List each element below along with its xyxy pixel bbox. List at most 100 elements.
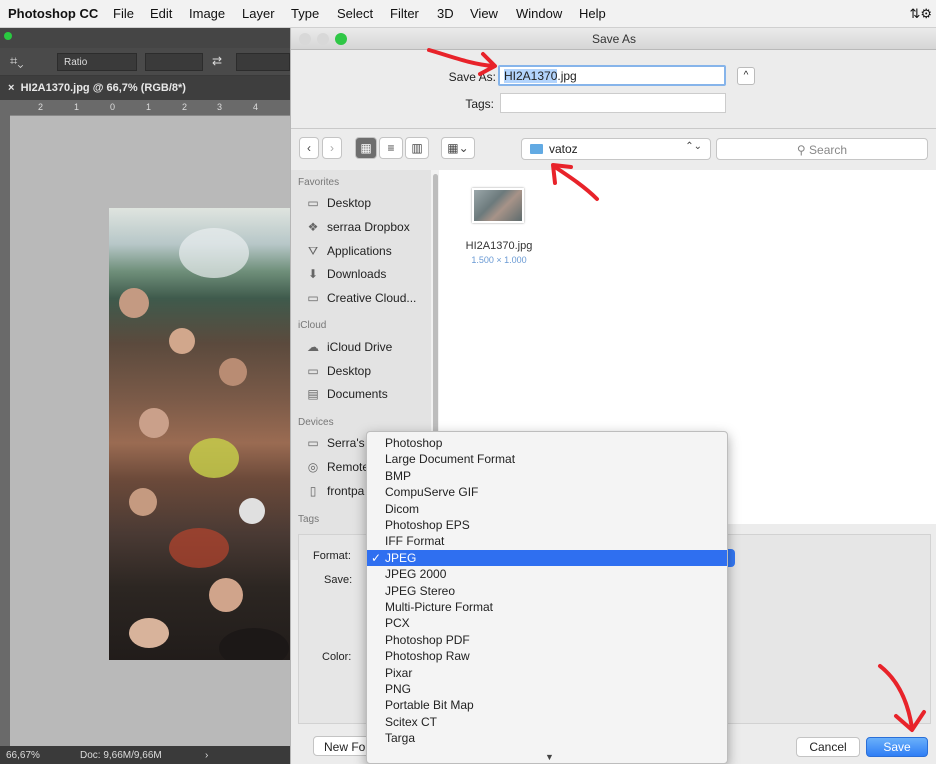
group-button[interactable]: ▦⌄	[441, 137, 475, 159]
sidebar-item-desktop[interactable]: ▭ Desktop	[305, 196, 371, 210]
tags-input[interactable]	[500, 93, 726, 113]
zoom-window-icon[interactable]	[335, 33, 347, 45]
desktop-icon: ▭	[307, 364, 319, 378]
format-label: Format:	[313, 550, 351, 562]
sidebar-item-applications[interactable]: ⛛ Applications	[305, 244, 392, 259]
minimize-window-icon[interactable]	[317, 33, 329, 45]
scroll-down-arrow-icon[interactable]: ▼	[545, 752, 554, 762]
grid-icon: ▦	[360, 141, 372, 155]
menu-3d[interactable]: 3D	[437, 6, 454, 21]
menu-filter[interactable]: Filter	[390, 6, 419, 21]
close-window-icon[interactable]	[299, 33, 311, 45]
filename-extension: .jpg	[557, 69, 577, 83]
computer-icon: ▭	[307, 436, 319, 450]
column-view-button[interactable]: ▥	[405, 137, 429, 159]
format-option[interactable]: BMP	[367, 468, 727, 484]
group-icon: ▦⌄	[447, 141, 469, 155]
search-input[interactable]: ⚲ Search	[716, 138, 928, 160]
menu-select[interactable]: Select	[337, 6, 373, 21]
format-option[interactable]: Photoshop Raw	[367, 648, 727, 664]
ratio-select[interactable]: Ratio	[57, 53, 137, 71]
dropbox-sync-icon[interactable]: ⇅⚙	[909, 6, 932, 22]
drive-icon: ▯	[309, 484, 317, 498]
format-option[interactable]: Pixar	[367, 665, 727, 681]
format-dropdown-menu: Photoshop Large Document Format BMP Comp…	[366, 431, 728, 764]
format-option[interactable]: JPEG Stereo	[367, 583, 727, 599]
expand-button[interactable]: ^	[737, 67, 755, 85]
new-folder-button[interactable]: New Folder	[313, 736, 371, 756]
cloud-icon: ☁	[307, 340, 319, 354]
format-option[interactable]: PNG	[367, 681, 727, 697]
sidebar-item-drive[interactable]: ▯ frontpa	[305, 484, 365, 498]
crowd-photo[interactable]	[109, 208, 290, 660]
sidebar-item-computer[interactable]: ▭ Serra's	[305, 436, 364, 450]
menu-window[interactable]: Window	[516, 6, 562, 21]
format-option[interactable]: IFF Format	[367, 533, 727, 549]
dialog-title: Save As	[591, 32, 637, 46]
sidebar-item-icloud-drive[interactable]: ☁ iCloud Drive	[305, 340, 392, 354]
menu-type[interactable]: Type	[291, 6, 319, 21]
menu-layer[interactable]: Layer	[242, 6, 275, 21]
sidebar-item-icloud-desktop[interactable]: ▭ Desktop	[305, 364, 371, 378]
file-thumbnail[interactable]	[472, 188, 524, 223]
dropbox-icon: ❖	[307, 220, 319, 234]
format-option-selected[interactable]: ✓ JPEG	[367, 549, 727, 566]
swap-icon[interactable]: ⇄	[212, 54, 222, 68]
menu-image[interactable]: Image	[189, 6, 225, 21]
format-option[interactable]: Photoshop	[367, 435, 727, 451]
cancel-button[interactable]: Cancel	[796, 737, 860, 757]
format-option[interactable]: PCX	[367, 615, 727, 631]
format-option[interactable]: Targa	[367, 730, 727, 746]
format-option[interactable]: Photoshop PDF	[367, 632, 727, 648]
filename-selected: HI2A1370	[504, 69, 558, 83]
filename-input[interactable]: HI2A1370.jpg	[498, 65, 726, 86]
sidebar-item-downloads[interactable]: ⬇ Downloads	[305, 267, 386, 281]
sidebar-item-creative-cloud[interactable]: ▭ Creative Cloud...	[305, 291, 416, 305]
format-option[interactable]: JPEG 2000	[367, 566, 727, 582]
search-icon: ⚲	[796, 143, 806, 157]
options-bar: ⌗⌄ Ratio ⇄	[0, 48, 290, 76]
zoom-level[interactable]: 66,67%	[6, 750, 40, 761]
menu-view[interactable]: View	[470, 6, 498, 21]
format-option[interactable]: Dicom	[367, 501, 727, 517]
save-button[interactable]: Save	[866, 737, 928, 757]
format-option[interactable]: Portable Bit Map	[367, 697, 727, 713]
height-field[interactable]	[236, 53, 290, 71]
sidebar-item-documents[interactable]: ▤ Documents	[305, 387, 387, 401]
back-button[interactable]: ‹	[299, 137, 319, 159]
sidebar-item-dropbox[interactable]: ❖ serraa Dropbox	[305, 220, 410, 234]
icon-view-button[interactable]: ▦	[355, 137, 377, 159]
location-select[interactable]: vatoz ⌃⌄	[521, 138, 711, 160]
file-name[interactable]: HI2A1370.jpg	[449, 240, 549, 252]
menu-edit[interactable]: Edit	[150, 6, 172, 21]
list-icon: ≡	[387, 141, 395, 155]
document-tab[interactable]: × HI2A1370.jpg @ 66,7% (RGB/8*)	[0, 76, 290, 100]
save-options-label: Save:	[324, 574, 353, 586]
document-tab-label: HI2A1370.jpg @ 66,7% (RGB/8*)	[20, 82, 186, 94]
close-icon[interactable]: ×	[8, 82, 14, 94]
sidebar-item-remote-disc[interactable]: ◎ Remote	[305, 460, 369, 474]
sidebar-scroll-thumb[interactable]	[433, 174, 438, 444]
disc-icon: ◎	[307, 460, 319, 474]
chevron-right-icon: ›	[330, 141, 334, 155]
applications-icon: ⛛	[307, 244, 319, 258]
divider	[291, 128, 936, 129]
format-option[interactable]: Large Document Format	[367, 451, 727, 467]
format-option[interactable]: Multi-Picture Format	[367, 599, 727, 615]
menu-help[interactable]: Help	[579, 6, 606, 21]
list-view-button[interactable]: ≡	[379, 137, 403, 159]
crop-icon[interactable]: ⌗⌄	[10, 53, 23, 69]
forward-button[interactable]: ›	[322, 137, 342, 159]
format-option[interactable]: Scitex CT	[367, 714, 727, 730]
dialog-title-bar: Save As	[291, 28, 936, 50]
format-option[interactable]: Photoshop EPS	[367, 517, 727, 533]
folder-icon: ▭	[307, 291, 319, 305]
devices-header: Devices	[298, 417, 334, 428]
chevron-right-icon[interactable]: ›	[205, 750, 208, 761]
app-menu[interactable]: Photoshop CC	[8, 6, 98, 21]
menu-file[interactable]: File	[113, 6, 134, 21]
width-field[interactable]	[145, 53, 203, 71]
ruler-tick: 3	[217, 102, 223, 112]
format-option[interactable]: CompuServe GIF	[367, 484, 727, 500]
window-dot-icon	[4, 32, 12, 40]
